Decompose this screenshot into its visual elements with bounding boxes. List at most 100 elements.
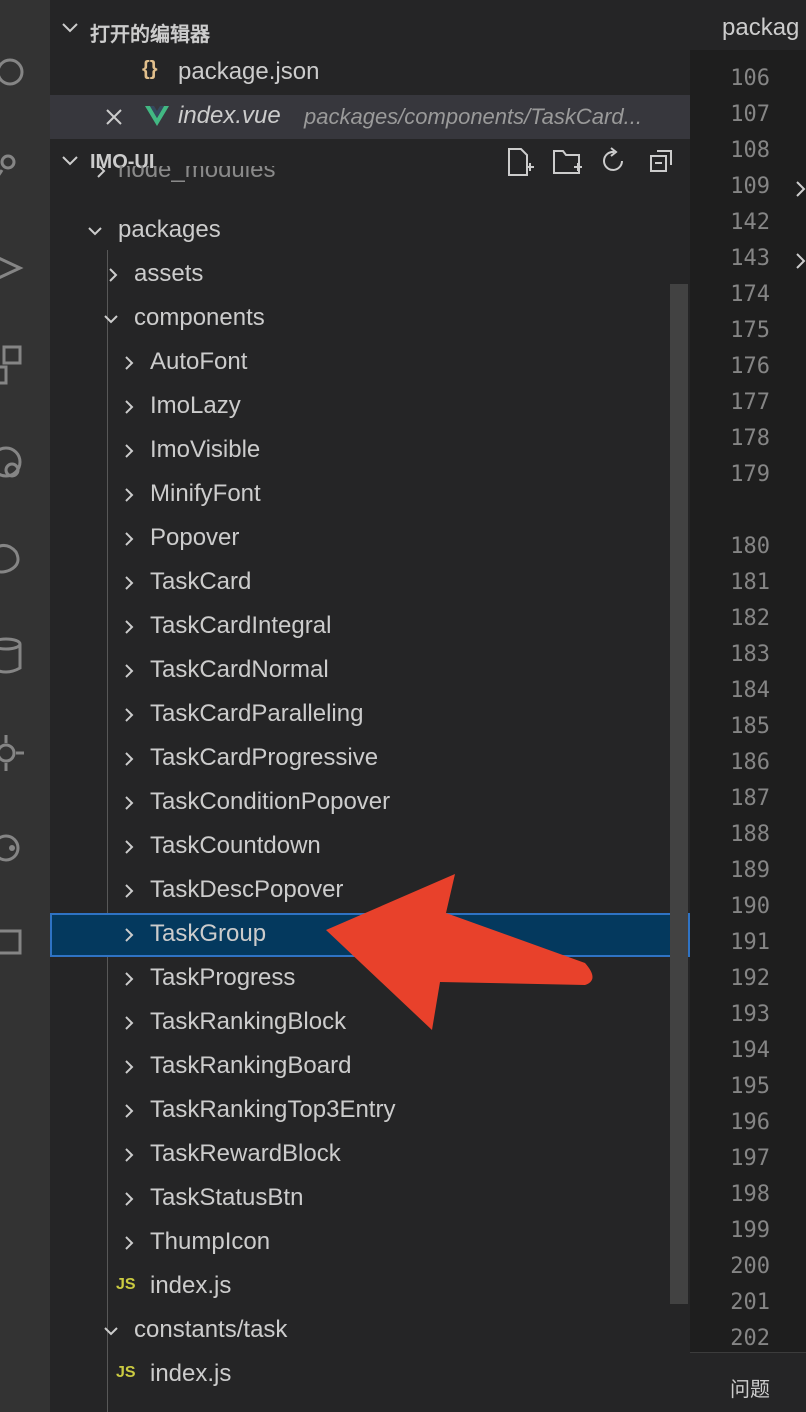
tree-folder-autofont[interactable]: AutoFont — [50, 341, 690, 385]
line-number: 181 — [730, 570, 770, 595]
json-braces-icon: {} — [142, 58, 158, 80]
tree-folder-taskdescpopover[interactable]: TaskDescPopover — [50, 869, 690, 913]
chevron-right-icon — [125, 972, 134, 986]
tree-label: AutoFont — [150, 348, 248, 375]
chevron-right-icon — [125, 1016, 134, 1030]
line-number: 189 — [730, 858, 770, 883]
line-number: 202 — [730, 1326, 770, 1351]
close-icon[interactable] — [104, 107, 124, 127]
tree-folder-thumpicon[interactable]: ThumpIcon — [50, 1221, 690, 1265]
source-control-icon[interactable] — [0, 150, 26, 190]
tree-folder-taskcardprogressive[interactable]: TaskCardProgressive — [50, 737, 690, 781]
tree-folder-imolazy[interactable]: ImoLazy — [50, 385, 690, 429]
chevron-right-icon — [125, 532, 134, 546]
vue-icon — [145, 106, 169, 126]
chevron-right-icon — [125, 884, 134, 898]
chevron-right-icon — [125, 1192, 134, 1206]
explorer-sidebar: 打开的编辑器 {} package.json index.vue package… — [50, 0, 690, 1412]
tree-folder-taskrankingtop3entry[interactable]: TaskRankingTop3Entry — [50, 1089, 690, 1133]
tree-folder-taskrankingblock[interactable]: TaskRankingBlock — [50, 1001, 690, 1045]
run-debug-icon[interactable] — [0, 248, 26, 288]
chevron-down-icon — [88, 227, 102, 236]
tree-folder-components[interactable]: components — [50, 297, 690, 341]
activity-bar — [0, 0, 50, 1412]
tree-label: TaskConditionPopover — [150, 788, 391, 815]
line-number: 109 — [730, 174, 770, 199]
line-number: 192 — [730, 966, 770, 991]
tree-folder-taskcountdown[interactable]: TaskCountdown — [50, 825, 690, 869]
js-file-icon: JS — [116, 1364, 136, 1381]
chevron-right-icon — [125, 928, 134, 942]
tree-folder-taskconditionpopover[interactable]: TaskConditionPopover — [50, 781, 690, 825]
line-number: 180 — [730, 534, 770, 559]
editor-tab-strip: packag — [690, 0, 806, 50]
tree-folder-imovisible[interactable]: ImoVisible — [50, 429, 690, 473]
open-editor-path: packages/components/TaskCard... — [304, 104, 642, 129]
line-number: 193 — [730, 1002, 770, 1027]
line-number: 185 — [730, 714, 770, 739]
tree-label: ImoVisible — [150, 436, 261, 463]
problems-tab[interactable]: 问题 — [730, 1373, 770, 1402]
tree-folder-constants-task[interactable]: constants/task — [50, 1309, 690, 1353]
line-number: 175 — [730, 318, 770, 343]
tree-label: TaskRankingBlock — [150, 1008, 347, 1035]
tree-label: index.js — [150, 1272, 232, 1299]
tree-label: TaskCardProgressive — [150, 744, 379, 771]
tree-folder-taskgroup[interactable]: TaskGroup — [50, 913, 690, 957]
tree-folder-taskcardintegral[interactable]: TaskCardIntegral — [50, 605, 690, 649]
chevron-right-icon — [125, 400, 134, 414]
line-number: 186 — [730, 750, 770, 775]
docker-icon[interactable] — [0, 540, 26, 580]
tree-folder-assets[interactable]: assets — [50, 253, 690, 297]
tree-label: ThumpIcon — [150, 1228, 271, 1255]
chevron-down-icon — [62, 23, 78, 33]
line-number: 190 — [730, 894, 770, 919]
chevron-right-icon — [125, 1104, 134, 1118]
search-icon[interactable] — [0, 52, 26, 92]
line-number: 187 — [730, 786, 770, 811]
extensions-icon[interactable] — [0, 345, 26, 385]
open-editors-header[interactable]: 打开的编辑器 — [50, 6, 690, 50]
tree-folder-packages[interactable]: packages — [50, 209, 690, 253]
tree-folder-partial[interactable] — [50, 1397, 690, 1412]
chevron-right-icon — [125, 1060, 134, 1074]
tree-folder-taskcard[interactable]: TaskCard — [50, 561, 690, 605]
editor-tab[interactable]: packag — [722, 14, 799, 42]
tree-label: MinifyFont — [150, 480, 261, 507]
tree-file-constants-index-js[interactable]: JS index.js — [50, 1353, 690, 1397]
fold-chevron-icon[interactable] — [794, 252, 806, 270]
remote-icon[interactable] — [0, 442, 26, 482]
chevron-right-icon — [125, 444, 134, 458]
tree-label: ImoLazy — [150, 392, 241, 419]
tree-folder-taskrankingboard[interactable]: TaskRankingBoard — [50, 1045, 690, 1089]
tree-label: TaskDescPopover — [150, 876, 344, 903]
open-editor-index-vue[interactable]: index.vue packages/components/TaskCard..… — [50, 95, 690, 139]
line-number: 188 — [730, 822, 770, 847]
chevron-right-icon — [97, 166, 106, 178]
tree-file-components-index-js[interactable]: JS index.js — [50, 1265, 690, 1309]
open-editor-name: index.vue — [178, 102, 281, 129]
tree-folder-taskrewardblock[interactable]: TaskRewardBlock — [50, 1133, 690, 1177]
explorer-scrollbar[interactable] — [670, 284, 688, 1304]
tree-folder-minifyfont[interactable]: MinifyFont — [50, 473, 690, 517]
tree-folder-taskprogress[interactable]: TaskProgress — [50, 957, 690, 1001]
tree-label: TaskRankingTop3Entry — [150, 1096, 396, 1123]
line-number: 199 — [730, 1218, 770, 1243]
accounts-icon[interactable] — [0, 830, 26, 870]
tree-folder-popover[interactable]: Popover — [50, 517, 690, 561]
fold-chevron-icon[interactable] — [794, 180, 806, 198]
tree-folder-taskcardparalleling[interactable]: TaskCardParalleling — [50, 693, 690, 737]
tree-label: node_modules — [118, 166, 276, 183]
tree-label: TaskCard — [150, 568, 252, 595]
database-icon[interactable] — [0, 636, 26, 676]
settings-cog-icon[interactable] — [0, 733, 26, 773]
open-editor-package-json[interactable]: {} package.json — [50, 51, 690, 95]
line-number: 191 — [730, 930, 770, 955]
editor-area: packag 106 107 108 109 142 143 174 175 176 177 178… — [690, 0, 806, 1412]
tree-folder-taskstatusbtn[interactable]: TaskStatusBtn — [50, 1177, 690, 1221]
chat-icon[interactable] — [0, 925, 26, 965]
tree-label: TaskCountdown — [150, 832, 321, 859]
tree-label: packages — [118, 216, 221, 243]
tree-folder-node-modules[interactable]: node_modules — [50, 166, 690, 188]
tree-folder-taskcardnormal[interactable]: TaskCardNormal — [50, 649, 690, 693]
